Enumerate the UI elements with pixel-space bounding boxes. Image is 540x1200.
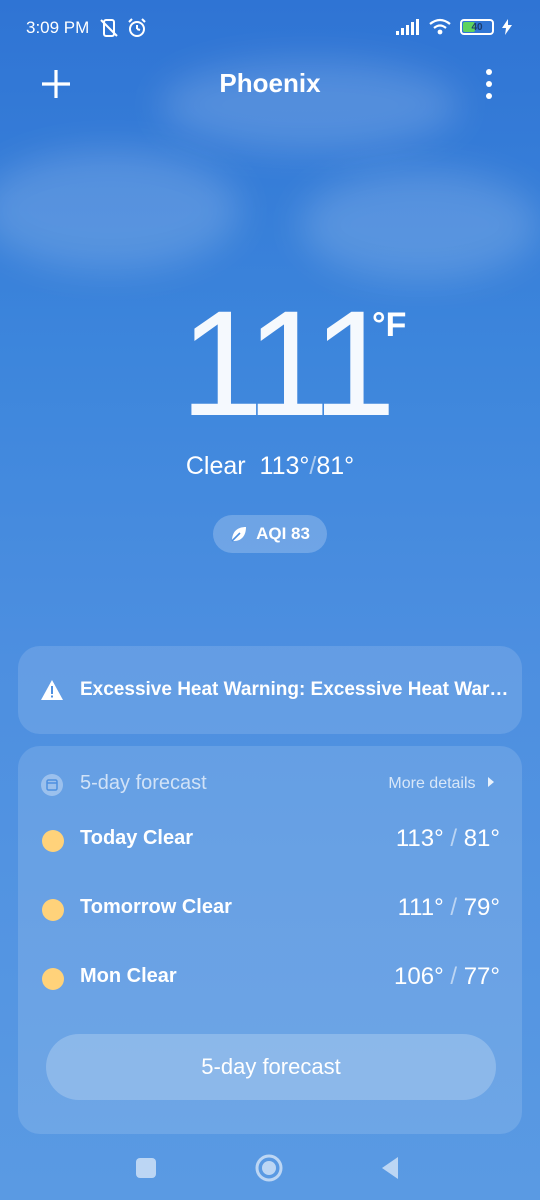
separator: / [450, 825, 458, 852]
more-details-link[interactable]: More details [388, 775, 496, 793]
low-temp: 81° [316, 452, 355, 480]
forecast-high: 113° [395, 825, 444, 852]
more-options-button[interactable] [474, 64, 504, 104]
sun-icon [42, 899, 64, 921]
signal-icon [396, 19, 419, 35]
forecast-row[interactable]: Tomorrow Clear 111° / 79° [40, 889, 500, 929]
forecast-high: 111° [397, 894, 444, 921]
forecast-day: Mon Clear [80, 965, 177, 987]
status-time: 3:09 PM [26, 18, 90, 37]
high-temp: 113° [259, 452, 310, 480]
alarm-icon [128, 18, 146, 37]
temperature-value: 111 [180, 279, 396, 447]
sun-icon [42, 830, 64, 852]
top-bar: Phoenix [0, 60, 540, 108]
separator: / [450, 963, 458, 990]
battery-icon: 40 [460, 19, 494, 35]
wifi-icon [429, 18, 451, 35]
navigation-bar [0, 1136, 540, 1200]
home-icon[interactable] [254, 1153, 284, 1183]
more-details-label: More details [388, 775, 476, 792]
battery-level: 40 [471, 21, 483, 33]
forecast-temps: 111° / 79° [398, 894, 500, 922]
weather-alert-card[interactable]: Excessive Heat Warning: Excessive Heat W… [18, 646, 522, 734]
more-dot-icon [486, 93, 492, 99]
sun-icon [42, 968, 64, 990]
status-icons-left [98, 17, 148, 39]
condition-text: Clear [185, 452, 246, 480]
condition-summary: Clear 113°/81° [0, 452, 540, 481]
forecast-row[interactable]: Mon Clear 106° / 77° [40, 958, 500, 998]
temperature-unit: °F [372, 306, 407, 344]
alert-text: Excessive Heat Warning: Excessive Heat W… [80, 679, 510, 700]
forecast-low: 81° [463, 825, 500, 852]
forecast-day: Tomorrow Clear [80, 896, 232, 918]
warning-icon [41, 680, 63, 700]
recents-icon[interactable] [134, 1156, 158, 1180]
current-temperature: 111 °F [0, 288, 540, 438]
calendar-icon [41, 774, 63, 796]
forecast-row[interactable]: Today Clear 113° / 81° [40, 820, 500, 860]
status-bar: 3:09 PM 40 [0, 0, 540, 60]
forecast-card: 5-day forecast More details Today Clear … [18, 746, 522, 1134]
forecast-low: 79° [463, 894, 500, 921]
cloud-decoration [300, 170, 540, 280]
city-title: Phoenix [219, 68, 321, 98]
leaf-icon [231, 527, 247, 542]
forecast-header: 5-day forecast More details [40, 772, 496, 798]
status-icons-right: 40 [396, 18, 512, 36]
forecast-high: 106° [394, 963, 444, 990]
forecast-low: 77° [463, 963, 500, 990]
separator: / [450, 894, 458, 921]
more-dot-icon [486, 81, 492, 87]
forecast-temps: 106° / 77° [394, 963, 500, 991]
aqi-badge[interactable]: AQI 83 [213, 515, 327, 553]
chevron-right-icon [488, 777, 494, 787]
forecast-temps: 113° / 81° [396, 825, 500, 853]
charging-icon [502, 19, 512, 35]
more-dot-icon [486, 69, 492, 75]
forecast-day: Today Clear [80, 827, 193, 849]
cloud-decoration [0, 150, 240, 270]
back-icon[interactable] [378, 1155, 402, 1181]
forecast-title: 5-day forecast [80, 772, 207, 794]
five-day-forecast-button[interactable]: 5-day forecast [46, 1034, 496, 1100]
aqi-text: AQI 83 [256, 524, 310, 543]
mute-vibrate-icon [100, 19, 118, 37]
